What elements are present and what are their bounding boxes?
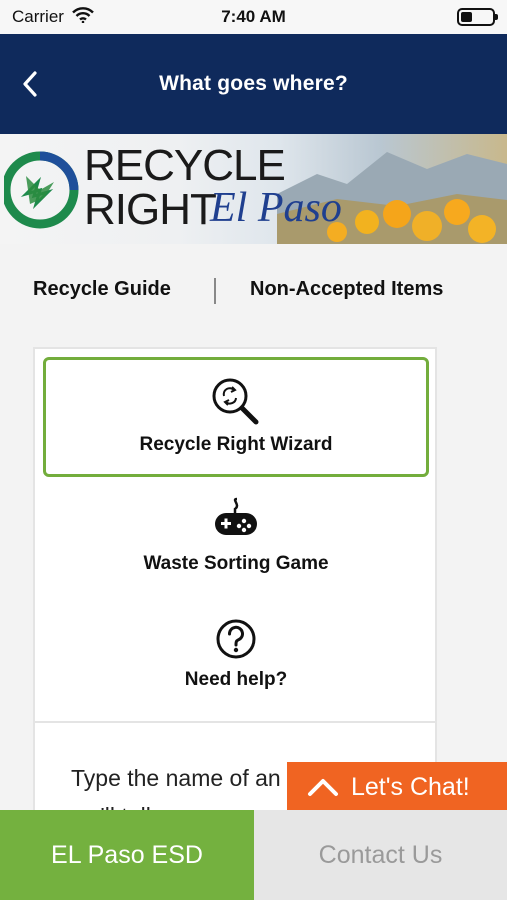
card-divider	[35, 721, 435, 723]
battery-icon	[457, 8, 498, 26]
question-circle-icon	[216, 619, 256, 659]
gamepad-icon	[215, 497, 257, 535]
footer-bar: EL Paso ESD Contact Us	[0, 810, 507, 900]
back-button[interactable]	[10, 64, 50, 104]
options-card: Recycle Right Wizard Waste Sorting Game …	[33, 347, 437, 829]
banner-text-recycle: RECYCLE	[84, 141, 286, 190]
status-left: Carrier	[12, 6, 94, 28]
banner-text-right: RIGHT	[84, 185, 217, 234]
guide-tabs: Recycle Guide Non-Accepted Items	[0, 268, 507, 314]
option-label: Recycle Right Wizard	[139, 434, 333, 455]
option-recycle-right-wizard[interactable]: Recycle Right Wizard	[43, 357, 429, 477]
contact-us-button[interactable]: Contact Us	[254, 810, 507, 900]
wifi-icon	[72, 6, 94, 28]
tab-non-accepted-items[interactable]: Non-Accepted Items	[250, 278, 443, 301]
status-bar: Carrier 7:40 AM	[0, 0, 507, 34]
recycle-search-icon	[212, 378, 259, 425]
lets-chat-button[interactable]: Let's Chat!	[287, 762, 507, 812]
option-waste-sorting-game[interactable]: Waste Sorting Game	[43, 489, 429, 609]
nav-bar: What goes where?	[0, 34, 507, 134]
option-need-help[interactable]: Need help?	[43, 611, 429, 731]
option-label: Waste Sorting Game	[143, 553, 329, 574]
tab-divider	[214, 278, 216, 304]
el-paso-esd-button[interactable]: EL Paso ESD	[0, 810, 254, 900]
tab-recycle-guide[interactable]: Recycle Guide	[33, 278, 171, 301]
chevron-left-icon	[23, 71, 37, 97]
banner-text-el-paso: El Paso	[210, 185, 342, 231]
battery-fill	[461, 12, 472, 22]
chevron-up-icon	[308, 779, 338, 796]
carrier-label: Carrier	[12, 7, 64, 26]
recycle-logo-icon	[4, 151, 79, 229]
recycle-right-banner: RECYCLE RIGHT El Paso	[0, 134, 507, 244]
page-title: What goes where?	[159, 72, 348, 95]
option-label: Need help?	[184, 669, 288, 690]
chat-label: Let's Chat!	[351, 772, 470, 801]
